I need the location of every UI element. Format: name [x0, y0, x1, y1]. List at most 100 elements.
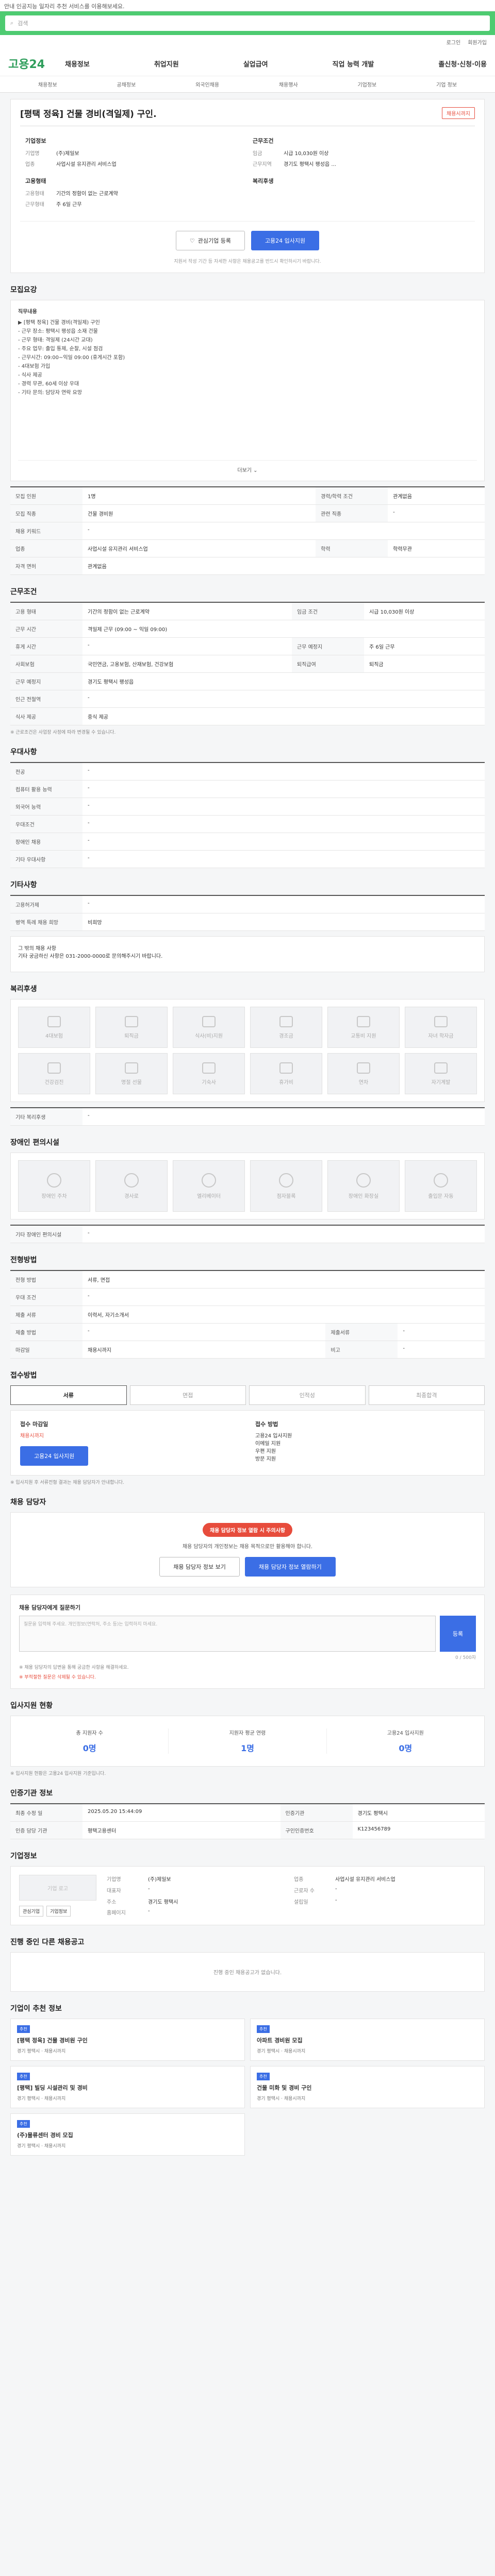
- apply-deadline-value: 채용시까지: [20, 1433, 44, 1439]
- qa-input[interactable]: 질문을 입력해 주세요. 개인정보(연락처, 주소 등)는 입력하지 마세요.: [19, 1616, 436, 1652]
- kv-value: 주 6일 근무: [56, 202, 82, 208]
- apply-method-line: 이메일 지원: [255, 1441, 281, 1447]
- cell: -: [82, 815, 485, 833]
- section-title-applicants: 입사지원 현황: [10, 1702, 53, 1710]
- nav-item[interactable]: 직업 능력 개발: [333, 59, 374, 69]
- desc-line: - 식사 제공: [18, 372, 42, 378]
- benefit-label: 자기계발: [431, 1079, 451, 1086]
- cell-head: 임금 조건: [292, 602, 364, 620]
- search-placeholder: 검색: [18, 20, 28, 27]
- sub-nav-item[interactable]: 공채정보: [117, 80, 136, 88]
- table-row: 고용허가제 -: [10, 895, 485, 913]
- section-title-corp: 기업정보: [10, 1852, 37, 1860]
- cell: 서류, 면접: [82, 1270, 485, 1289]
- nav-item[interactable]: 졸신청·신청·이용: [438, 59, 487, 69]
- desc-line: ▶ [평택 정육] 건물 경비(격일제) 구인: [18, 320, 100, 326]
- cell: -: [398, 1323, 485, 1341]
- tab-final[interactable]: 최종합격: [368, 1385, 485, 1405]
- manager-view-button[interactable]: 채용 담당자 정보 보기: [159, 1557, 240, 1577]
- benefit-label: 휴가비: [279, 1079, 293, 1086]
- recommend-card[interactable]: 추천 [평택 정육] 건물 경비원 구인 경기 평택시 · 채용시까지: [10, 2019, 245, 2061]
- recommend-card[interactable]: 추천 [평택] 빌딩 시설관리 및 경비 경기 평택시 · 채용시까지: [10, 2066, 245, 2108]
- corp-info-button[interactable]: 기업정보: [46, 1906, 71, 1917]
- apply-button[interactable]: 고용24 입사지원: [251, 231, 320, 250]
- corp-value: -: [335, 1886, 337, 1892]
- benefit-label: 건강검진: [44, 1079, 64, 1086]
- interest-button[interactable]: ♡ 관심기업 등록: [175, 231, 245, 250]
- cell: 학력무관: [388, 539, 485, 557]
- apply-method: 접수 방법 고용24 입사지원 이메일 지원 우편 지원 방문 지원: [255, 1420, 475, 1466]
- qa-submit-button[interactable]: 등록: [440, 1616, 476, 1652]
- accessibility-icon: [202, 1173, 216, 1188]
- disability-item: 장애인 화장실: [327, 1160, 400, 1212]
- corp-value: -: [148, 1886, 150, 1892]
- apply-box: 접수 마감일 채용시까지 고용24 입사지원 접수 방법 고용24 입사지원 이…: [10, 1410, 485, 1476]
- sub-nav-item[interactable]: 채용행사: [279, 80, 298, 88]
- recommend-card[interactable]: 추천 (주)물류센터 경비 모집 경기 평택시 · 채용시까지: [10, 2113, 245, 2156]
- rec-tag: 추천: [17, 2073, 30, 2080]
- recommend-card[interactable]: 추천 건물 미화 및 경비 구인 경기 평택시 · 채용시까지: [250, 2066, 485, 2108]
- recruit-desc: 직무내용 ▶ [평택 정육] 건물 경비(격일제) 구인 - 근무 장소: 평택…: [18, 308, 477, 457]
- corp-logo: 기업 로고: [19, 1875, 96, 1901]
- welfare-box: 4대보험 퇴직금 식사(비)지원 경조금 교통비 지원 자녀 학자금 건강검진 …: [10, 999, 485, 1102]
- sub-nav-item[interactable]: 채용정보: [38, 80, 57, 88]
- summary-heading: 고용형태: [25, 178, 46, 184]
- cell: -: [82, 690, 485, 708]
- corp-value: -: [148, 1908, 150, 1914]
- sub-nav-item[interactable]: 외국인채용: [195, 80, 219, 88]
- cell-head: 근무 예정지: [292, 637, 364, 655]
- cell: 관계없음: [82, 557, 485, 575]
- corp-interest-button[interactable]: 관심기업: [19, 1906, 44, 1917]
- apply-online-button[interactable]: 고용24 입사지원: [20, 1446, 89, 1466]
- section-title-apply: 접수방법: [10, 1371, 37, 1380]
- benefit-icon: [125, 1062, 138, 1074]
- site-logo[interactable]: 고용24: [8, 55, 65, 72]
- cell: 사업시설 유지관리 서비스업: [82, 539, 316, 557]
- manager-warning-badge: 채용 담당자 정보 열람 시 주의사항: [202, 1523, 293, 1537]
- sub-nav-item[interactable]: 기업 정보: [436, 80, 457, 88]
- stat-label: 지원자 평균 연령: [229, 1731, 266, 1736]
- nav-item[interactable]: 채용정보: [65, 59, 90, 69]
- benefit-label: 식사(비)지원: [195, 1033, 223, 1039]
- site-header: 고용24 채용정보 취업지원 실업급여 직업 능력 개발 졸신청·신청·이용 채…: [0, 49, 495, 93]
- disability-label: 점자블록: [276, 1193, 296, 1199]
- apply-method-line: 고용24 입사지원: [255, 1433, 292, 1439]
- manager-open-button[interactable]: 채용 담당자 정보 열람하기: [244, 1557, 336, 1577]
- tab-interview[interactable]: 면접: [129, 1385, 246, 1405]
- stat-value: 0명: [399, 1743, 412, 1753]
- cell: 비희망: [82, 913, 485, 931]
- cell: 기간의 정함이 없는 근로계약: [82, 602, 292, 620]
- search-input[interactable]: ⌕ 검색: [5, 15, 490, 31]
- tab-aptitude[interactable]: 인적성: [249, 1385, 366, 1405]
- corp-key: 홈페이지: [107, 1910, 126, 1917]
- kv-key: 고용형태: [25, 191, 44, 197]
- desc-line: - 근무 장소: 평택시 팽성읍 소재 건물: [18, 329, 98, 334]
- corp-value: 경기도 평택시: [148, 1899, 178, 1905]
- cell-head: 인증 담당 기관: [10, 1821, 82, 1839]
- disability-item: 출입문 자동: [405, 1160, 477, 1212]
- cell-head: 업종: [10, 539, 82, 557]
- logo-prefix: 고용: [8, 58, 29, 71]
- more-button[interactable]: 더보기 ⌄: [18, 460, 477, 473]
- desc-line: - 기타 문의: 담당자 연락 요망: [18, 390, 82, 396]
- recommend-card[interactable]: 추천 아파트 경비원 모집 경기 평택시 · 채용시까지: [250, 2019, 485, 2061]
- benefit-label: 4대보험: [45, 1033, 63, 1039]
- corp-info: 기업명 (주)제일보 업종 사업시설 유지관리 서비스업 대표자 - 근로자 수 - 주소 경…: [107, 1875, 476, 1917]
- util-links: 로그인 회원가입: [0, 35, 495, 49]
- nav-item[interactable]: 취업지원: [154, 59, 179, 69]
- login-link[interactable]: 로그인: [447, 38, 461, 46]
- section-title-work: 근무조건: [10, 588, 37, 596]
- benefit-icon: [47, 1062, 61, 1074]
- desc-line: - 근무 형태: 격일제 (24시간 교대): [18, 337, 93, 343]
- benefit-item: 건강검진: [18, 1053, 90, 1094]
- rec-title: [평택] 빌딩 시설관리 및 경비: [17, 2084, 88, 2091]
- search-icon: ⌕: [10, 20, 14, 26]
- summary-heading: 복리후생: [253, 178, 274, 184]
- notice-bar: 안내 인공지능 일자리 추천 서비스를 이용해보세요.: [0, 0, 495, 11]
- rec-tag: 추천: [257, 2025, 270, 2033]
- nav-item[interactable]: 실업급여: [243, 59, 268, 69]
- signup-link[interactable]: 회원가입: [468, 38, 487, 46]
- disability-item: 엘리베이터: [173, 1160, 245, 1212]
- tab-documents[interactable]: 서류: [10, 1385, 127, 1405]
- sub-nav-item[interactable]: 기업정보: [357, 80, 376, 88]
